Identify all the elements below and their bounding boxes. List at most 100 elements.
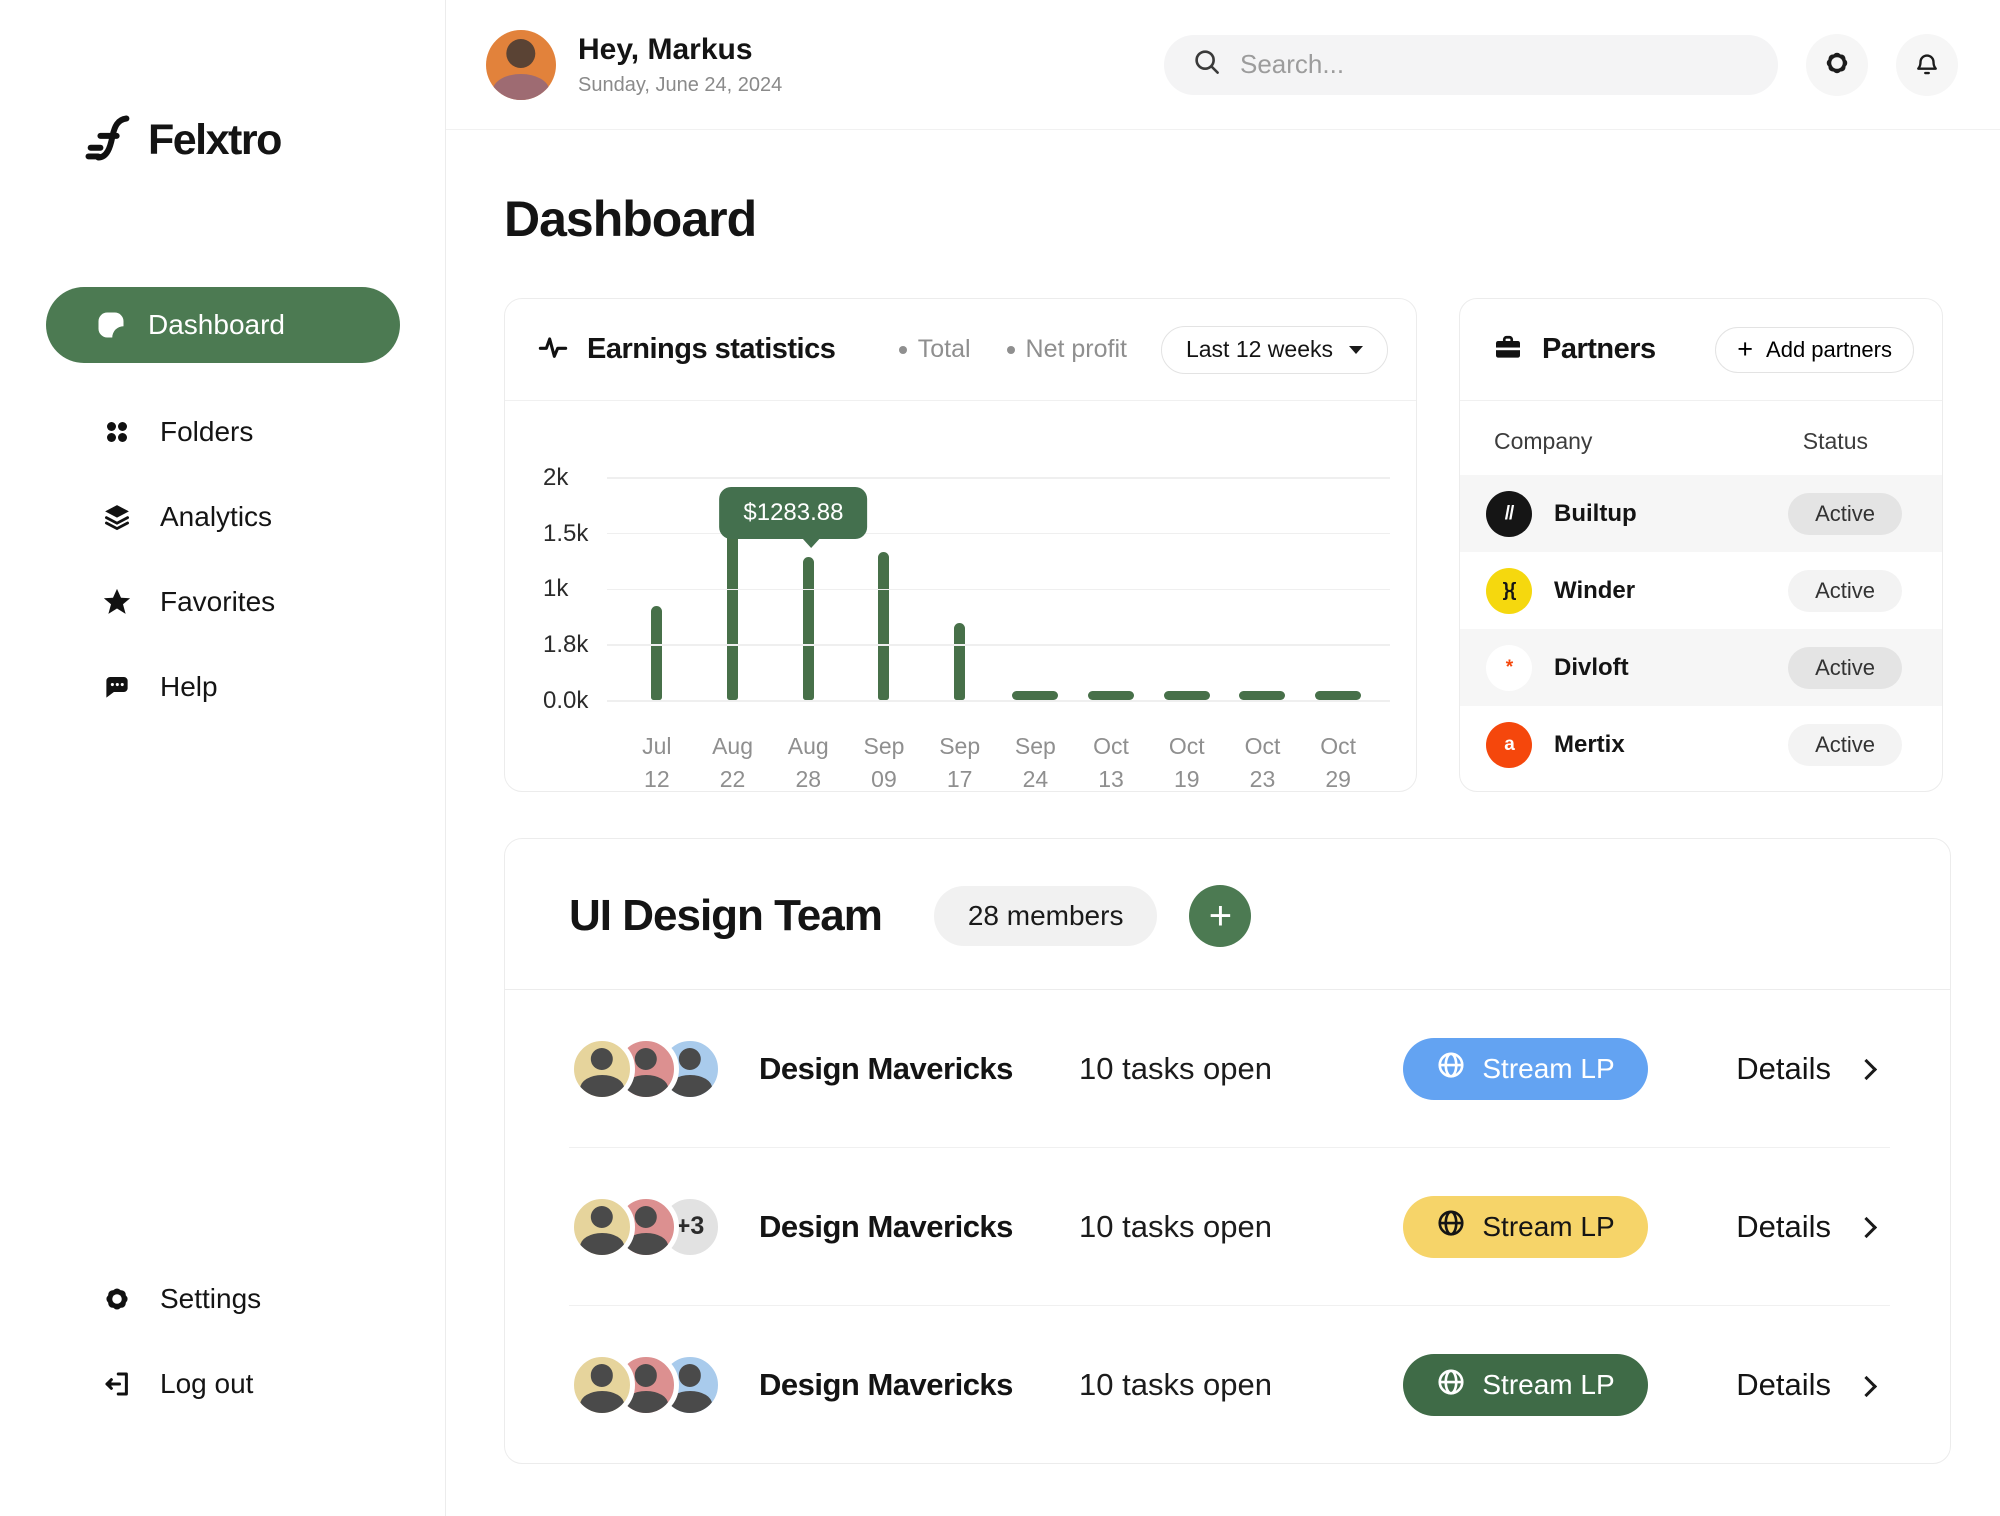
legend-total: Total xyxy=(899,335,971,364)
team-row: Design Mavericks 10 tasks open Stream LP… xyxy=(569,990,1890,1148)
chart-legend: Total Net profit xyxy=(899,335,1127,364)
range-select[interactable]: Last 12 weeks xyxy=(1161,326,1388,374)
bar-oct-19[interactable] xyxy=(1164,691,1210,700)
bar-oct-23[interactable] xyxy=(1239,691,1285,700)
analytics-icon xyxy=(102,502,132,532)
legend-net-profit: Net profit xyxy=(1007,335,1127,364)
bar-oct-29[interactable] xyxy=(1315,691,1361,700)
details-label: Details xyxy=(1736,1367,1831,1403)
details-link[interactable]: Details xyxy=(1736,1367,1890,1403)
stream-lp-button[interactable]: Stream LP xyxy=(1403,1354,1648,1416)
avatar xyxy=(569,1194,635,1260)
gear-icon xyxy=(102,1284,132,1314)
x-tick-label: Oct23 xyxy=(1225,730,1301,792)
team-row-tasks: 10 tasks open xyxy=(1079,1051,1403,1087)
chart-plot: $1283.88 2k1.5k1k1.8k0.0k xyxy=(543,477,1390,700)
sidebar-item-favorites[interactable]: Favorites xyxy=(46,559,445,644)
range-label: Last 12 weeks xyxy=(1186,336,1333,363)
details-label: Details xyxy=(1736,1051,1831,1087)
details-link[interactable]: Details xyxy=(1736,1209,1890,1245)
add-partners-label: Add partners xyxy=(1766,337,1892,363)
sidebar-footer: Settings Log out xyxy=(46,1256,261,1426)
chevron-right-icon xyxy=(1856,1375,1877,1396)
partners-card-header: Partners + Add partners xyxy=(1460,299,1942,401)
brand-logo-icon xyxy=(82,112,134,169)
sidebar-item-folders[interactable]: Folders xyxy=(46,389,445,474)
brand-name: Felxtro xyxy=(148,116,281,165)
bar-aug-28[interactable] xyxy=(803,557,814,700)
team-row-tasks: 10 tasks open xyxy=(1079,1367,1403,1403)
team-card: UI Design Team 28 members + Design Maver… xyxy=(504,838,1951,1464)
stream-lp-button[interactable]: Stream LP xyxy=(1403,1196,1648,1258)
bar-oct-13[interactable] xyxy=(1088,691,1134,700)
add-member-button[interactable]: + xyxy=(1189,885,1251,947)
topbar: Hey, Markus Sunday, June 24, 2024 xyxy=(446,0,2000,130)
sidebar-item-dashboard[interactable]: Dashboard xyxy=(46,287,400,363)
x-tick-label: Sep24 xyxy=(998,730,1074,792)
chevron-down-icon xyxy=(1349,346,1363,354)
partner-name: Mertix xyxy=(1554,731,1625,759)
sidebar-item-logout[interactable]: Log out xyxy=(46,1341,261,1426)
sidebar-item-analytics[interactable]: Analytics xyxy=(46,474,445,559)
globe-icon xyxy=(1436,1208,1466,1245)
x-tick-label: Sep17 xyxy=(922,730,998,792)
plus-icon: + xyxy=(1737,336,1753,363)
members-count-badge[interactable]: 28 members xyxy=(934,886,1158,946)
team-row: Design Mavericks 10 tasks open Stream LP… xyxy=(569,1306,1890,1464)
chart-xlabels: Jul12Aug22Aug28Sep09Sep17Sep24Oct13Oct19… xyxy=(619,730,1376,792)
search-icon xyxy=(1192,47,1222,82)
team-row-name: Design Mavericks xyxy=(759,1209,1079,1245)
builtup-logo: // xyxy=(1486,491,1532,537)
user-avatar[interactable] xyxy=(486,30,556,100)
date-text: Sunday, June 24, 2024 xyxy=(578,74,782,97)
partner-row[interactable]: }{ Winder Active xyxy=(1460,552,1942,629)
chat-icon xyxy=(102,672,132,702)
partner-name: Winder xyxy=(1554,577,1635,605)
add-partners-button[interactable]: + Add partners xyxy=(1715,327,1914,373)
partner-row[interactable]: a Mertix Active xyxy=(1460,706,1942,783)
avatar xyxy=(569,1036,635,1102)
sidebar-item-label: Dashboard xyxy=(148,309,285,341)
details-link[interactable]: Details xyxy=(1736,1051,1890,1087)
sidebar-item-settings[interactable]: Settings xyxy=(46,1256,261,1341)
user-block: Hey, Markus Sunday, June 24, 2024 xyxy=(486,30,782,100)
legend-dot xyxy=(899,346,907,354)
settings-button[interactable] xyxy=(1806,34,1868,96)
cards-row: Earnings statistics Total Net profit xyxy=(504,298,2000,792)
status-badge: Active xyxy=(1788,724,1902,766)
content: Dashboard Earnings statistics xyxy=(446,130,2000,1464)
bar-sep-17[interactable] xyxy=(954,623,965,700)
column-status: Status xyxy=(1803,428,1868,455)
earnings-title: Earnings statistics xyxy=(587,333,835,366)
stream-lp-label: Stream LP xyxy=(1482,1211,1614,1243)
x-tick-label: Oct29 xyxy=(1300,730,1376,792)
sidebar-item-help[interactable]: Help xyxy=(46,644,445,729)
app-root: Felxtro Dashboard xyxy=(0,0,2000,1516)
team-row: +3 Design Mavericks 10 tasks open Stream… xyxy=(569,1148,1890,1306)
team-row-tasks: 10 tasks open xyxy=(1079,1209,1403,1245)
x-tick-label: Aug28 xyxy=(770,730,846,792)
partners-rows: // Builtup Active }{ Winder Active * Div… xyxy=(1460,475,1942,783)
avatar xyxy=(569,1352,635,1418)
avatar-stack xyxy=(569,1352,759,1418)
notifications-button[interactable] xyxy=(1896,34,1958,96)
sidebar-nav: Dashboard Folders xyxy=(46,287,445,729)
stream-lp-label: Stream LP xyxy=(1482,1369,1614,1401)
partner-name: Divloft xyxy=(1554,654,1629,682)
folders-icon xyxy=(102,417,132,447)
avatar-stack: +3 xyxy=(569,1194,759,1260)
search-input[interactable] xyxy=(1240,49,1750,80)
x-tick-label: Oct13 xyxy=(1073,730,1149,792)
brand-logo: Felxtro xyxy=(82,112,445,169)
stream-lp-button[interactable]: Stream LP xyxy=(1403,1038,1648,1100)
partner-row[interactable]: // Builtup Active xyxy=(1460,475,1942,552)
bar-jul-12[interactable] xyxy=(651,606,662,700)
gridline: 1.8k xyxy=(607,644,1390,646)
bar-sep-09[interactable] xyxy=(878,552,889,700)
x-tick-label: Aug22 xyxy=(695,730,771,792)
partner-row[interactable]: * Divloft Active xyxy=(1460,629,1942,706)
bar-sep-24[interactable] xyxy=(1012,691,1058,700)
gridline: 0.0k xyxy=(607,700,1390,702)
legend-dot xyxy=(1007,346,1015,354)
team-rows: Design Mavericks 10 tasks open Stream LP… xyxy=(505,990,1950,1464)
